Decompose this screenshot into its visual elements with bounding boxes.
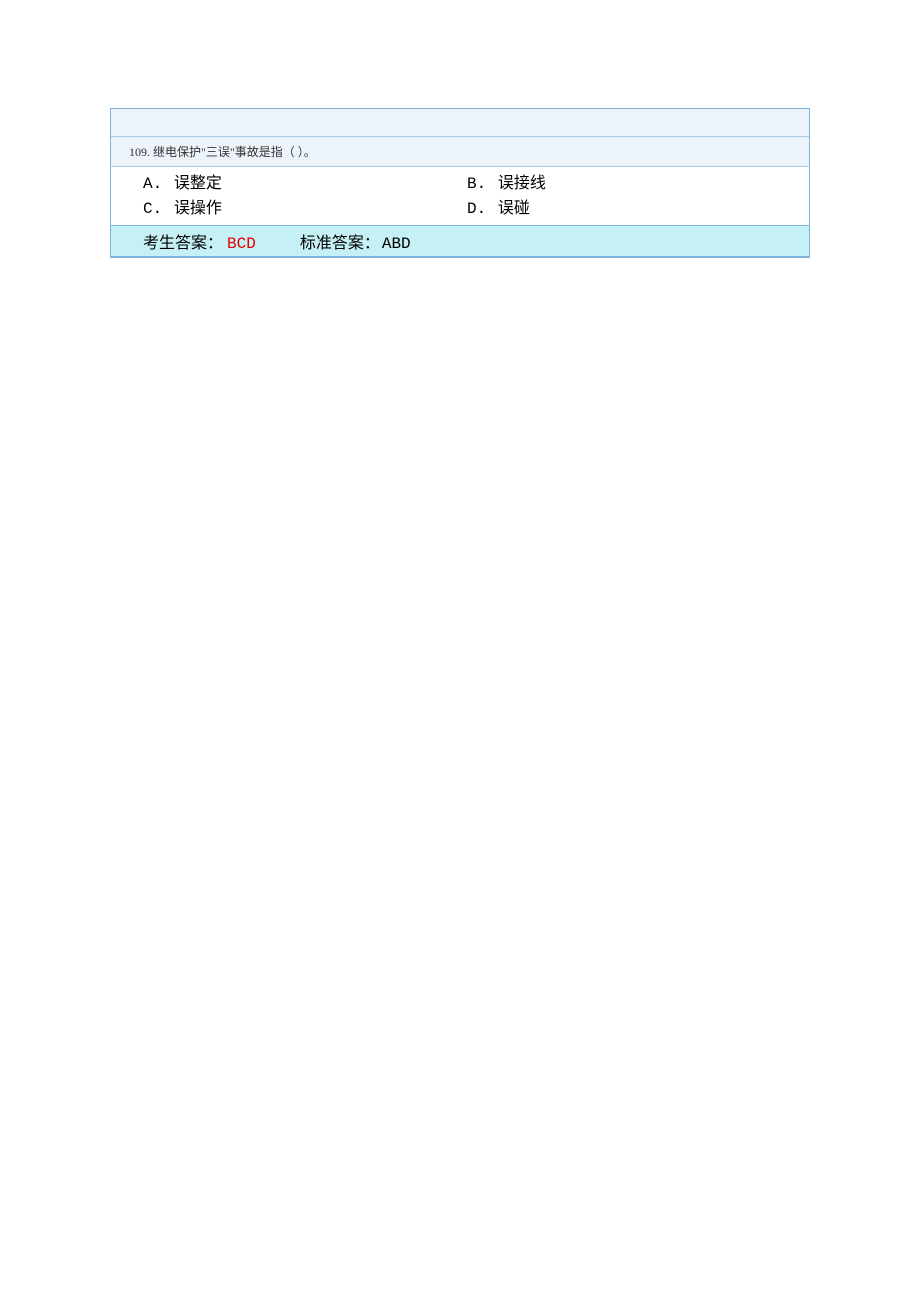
option-text: 误整定: [174, 173, 222, 192]
option-letter: A.: [143, 175, 162, 193]
option-a: A. 误整定: [143, 171, 467, 196]
header-spacer: [111, 109, 809, 137]
standard-answer-value: ABD: [382, 235, 411, 253]
user-answer-value: BCD: [227, 235, 256, 253]
standard-answer-label: 标准答案：: [300, 229, 380, 253]
option-b: B. 误接线: [467, 171, 791, 196]
option-letter: B.: [467, 175, 486, 193]
question-container: 109. 继电保护"三误"事故是指（ ）。 A. 误整定 B. 误接线 C. 误…: [110, 108, 810, 258]
user-answer-label: 考生答案：: [143, 229, 223, 253]
option-d: D. 误碰: [467, 196, 791, 221]
option-c: C. 误操作: [143, 196, 467, 221]
option-letter: C.: [143, 200, 162, 218]
option-text: 误碰: [498, 198, 530, 217]
question-text-row: 109. 继电保护"三误"事故是指（ ）。: [111, 137, 809, 167]
option-text: 误接线: [498, 173, 546, 192]
answer-row: 考生答案： BCD 标准答案： ABD: [111, 225, 809, 257]
options-row: A. 误整定 B. 误接线 C. 误操作 D. 误碰: [111, 167, 809, 225]
question-text: 继电保护"三误"事故是指（ ）。: [153, 145, 316, 159]
question-number: 109.: [129, 145, 150, 159]
option-text: 误操作: [174, 198, 222, 217]
option-letter: D.: [467, 200, 486, 218]
